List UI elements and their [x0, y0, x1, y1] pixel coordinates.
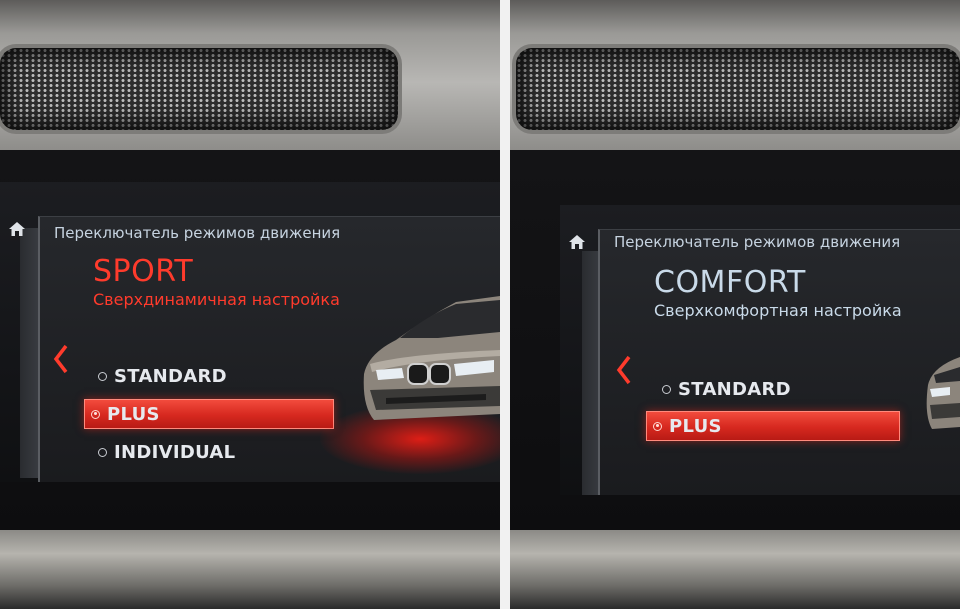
home-icon[interactable] — [8, 220, 26, 238]
chevron-left-icon[interactable] — [616, 355, 632, 385]
mode-description: Сверхкомфортная настройка — [654, 301, 902, 320]
chevron-left-icon[interactable] — [53, 344, 69, 374]
option-standard[interactable]: STANDARD — [92, 362, 322, 390]
idrive-screen: Переключатель режимов движения COMFORT С… — [560, 205, 960, 495]
mode-name: COMFORT — [654, 265, 806, 300]
photo-panel-comfort: Переключатель режимов движения COMFORT С… — [510, 0, 960, 609]
car-image — [926, 357, 960, 429]
option-label: INDIVIDUAL — [114, 441, 236, 463]
header-title: Переключатель режимов движения — [54, 224, 341, 242]
radio-icon — [98, 447, 107, 457]
dashboard-bottom — [0, 530, 500, 609]
radio-icon — [662, 384, 671, 394]
nav-strip — [20, 228, 38, 478]
radio-icon — [98, 371, 107, 381]
radio-icon — [653, 421, 662, 431]
option-plus[interactable]: PLUS — [646, 411, 900, 441]
option-label: PLUS — [107, 403, 160, 425]
option-plus[interactable]: PLUS — [84, 399, 334, 429]
dashboard-bottom — [510, 530, 960, 609]
photo-divider — [500, 0, 510, 609]
option-label: STANDARD — [678, 378, 791, 400]
option-individual[interactable]: INDIVIDUAL — [92, 438, 322, 466]
option-label: PLUS — [669, 415, 722, 437]
car-image — [363, 296, 500, 420]
radio-icon — [91, 409, 100, 419]
option-label: STANDARD — [114, 365, 227, 387]
mode-description: Сверхдинамичная настройка — [93, 290, 340, 309]
home-icon[interactable] — [568, 233, 586, 251]
speaker-grille — [0, 48, 398, 130]
header-title: Переключатель режимов движения — [614, 233, 901, 251]
idrive-screen: Переключатель режимов движения SPORT Све… — [0, 182, 500, 482]
mode-name: SPORT — [93, 254, 194, 289]
photo-panel-sport: Переключатель режимов движения SPORT Све… — [0, 0, 500, 609]
speaker-grille — [516, 48, 960, 130]
option-standard[interactable]: STANDARD — [656, 375, 886, 403]
